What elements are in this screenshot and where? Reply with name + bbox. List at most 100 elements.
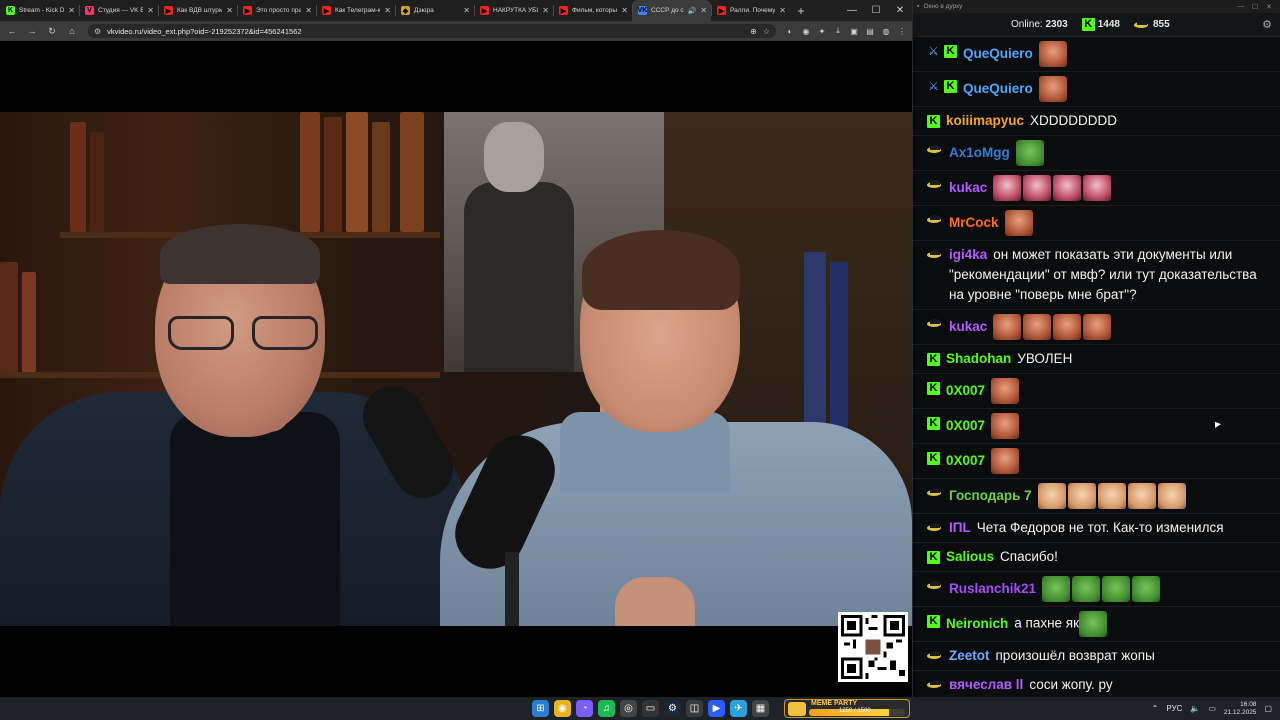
site-info-icon[interactable]: ⚙ (94, 27, 101, 36)
tab-close-icon[interactable]: ✕ (384, 6, 391, 15)
tab-close-icon[interactable]: ✕ (463, 6, 470, 15)
bookmark-star-icon[interactable]: ☆ (763, 27, 770, 36)
settings-icon[interactable]: ⚙ (1262, 18, 1272, 31)
chat-username[interactable]: kukac (949, 180, 987, 195)
chat-username[interactable]: Shadohan (946, 351, 1011, 366)
qr-code (838, 612, 908, 682)
chat-username[interactable]: вячеслав ll (949, 677, 1023, 692)
browser-tab[interactable]: ▶ Как Телеграм-к ✕ (316, 0, 395, 21)
chat-username[interactable]: 0X007 (946, 418, 985, 433)
message-body: kukac (949, 175, 1271, 201)
maximize-button[interactable]: ☐ (864, 0, 888, 21)
browser-tab[interactable]: ▶ Это просто пра ✕ (237, 0, 316, 21)
chat-username[interactable]: Ruslanchik21 (949, 581, 1036, 596)
tab-close-icon[interactable]: ✕ (700, 6, 707, 15)
chrome-icon[interactable]: ◉ (554, 700, 571, 717)
extension-icon-2[interactable]: ◉ (800, 25, 812, 37)
kick-icon: K (1081, 18, 1095, 31)
chat-message: ⚔ K QueQuiero (913, 37, 1280, 72)
extensions-puzzle-icon[interactable]: ✦ (816, 25, 828, 37)
extension-icon[interactable]: ◐ (784, 25, 796, 37)
chat-username[interactable]: koiiimapyuc (946, 113, 1024, 128)
browser-tab[interactable]: ▶ НАКРУТКА УБИЙ ✕ (474, 0, 553, 21)
tray-overflow-icon[interactable]: ⌃ (1152, 704, 1159, 713)
tab-close-icon[interactable]: ✕ (779, 6, 786, 15)
tab-title: Ралли. Почему (730, 7, 776, 14)
tab-close-icon[interactable]: ✕ (542, 6, 549, 15)
chat-username[interactable]: Salious (946, 549, 994, 564)
chat-username[interactable]: 0X007 (946, 453, 985, 468)
chat-username[interactable]: IПL (949, 520, 971, 535)
emote-frog (1042, 576, 1071, 602)
chat-message: K 0X007 (913, 444, 1280, 479)
chat-username[interactable]: 0X007 (946, 383, 985, 398)
tab-search-icon[interactable]: ▣ (848, 25, 860, 37)
url-text[interactable]: vkvideo.ru/video_ext.php?oid=-219252372&… (107, 27, 744, 36)
app-icon[interactable]: ▦ (752, 700, 769, 717)
book (300, 112, 320, 232)
minimize-button[interactable]: — (1234, 3, 1248, 10)
chat-message-list[interactable]: ⚔ K QueQuiero ⚔ K QueQuiero Kkoiiimapyuc XDDDDD… (913, 37, 1280, 692)
address-bar[interactable]: ⚙ vkvideo.ru/video_ext.php?oid=-21925237… (88, 24, 776, 38)
browser-tab[interactable]: ◆ Дзюра ✕ (395, 0, 474, 21)
message-badges (927, 175, 943, 195)
spotify-icon[interactable]: ♫ (598, 700, 615, 717)
video-player[interactable] (0, 112, 912, 626)
chat-message: Zeetot произошёл возврат жопы (913, 642, 1280, 671)
home-icon[interactable]: ⌂ (64, 23, 80, 39)
browser-tab[interactable]: V Студия — VK Ви ✕ (79, 0, 158, 21)
chat-username[interactable]: MrCock (949, 215, 999, 230)
browser-tab[interactable]: VKСССР до сих 🔊✕ (632, 0, 711, 21)
emote-face (991, 448, 1020, 474)
browser-tab[interactable]: K Stream - Kick D ✕ (0, 0, 79, 21)
sidebar-icon[interactable]: ▤ (864, 25, 876, 37)
start-button-icon[interactable]: ⊞ (532, 700, 549, 717)
maximize-button[interactable]: ☐ (1248, 3, 1262, 11)
minimize-button[interactable]: — (840, 0, 864, 21)
app-icon[interactable]: ◎ (620, 700, 637, 717)
tab-close-icon[interactable]: ✕ (68, 6, 75, 15)
notifications-icon[interactable]: ▢ (1264, 704, 1272, 713)
app-icon[interactable]: ◫ (686, 700, 703, 717)
new-tab-button[interactable]: + (792, 2, 810, 20)
download-icon[interactable]: ⤓ (832, 25, 844, 37)
meme-party-widget[interactable]: MEME PARTY 1250 / 1500 (784, 699, 910, 718)
telegram-icon[interactable]: ✈ (730, 700, 747, 717)
book (346, 112, 368, 232)
media-player-icon[interactable]: ▶ (708, 700, 725, 717)
volume-icon[interactable]: 🔈 (1190, 704, 1200, 713)
message-body: Господарь 7 (949, 483, 1271, 509)
chat-username[interactable]: Господарь 7 (949, 488, 1032, 503)
chat-username[interactable]: QueQuiero (963, 81, 1033, 96)
tab-close-icon[interactable]: ✕ (147, 6, 154, 15)
chat-username[interactable]: igi4ka (949, 247, 987, 262)
browser-tab[interactable]: ▶ Ралли. Почему ✕ (711, 0, 790, 21)
close-window-button[interactable]: ✕ (888, 0, 912, 21)
back-icon[interactable]: ← (4, 23, 20, 39)
chat-username[interactable]: QueQuiero (963, 46, 1033, 61)
tab-audio-icon[interactable]: 🔊 (688, 7, 697, 15)
forward-icon[interactable]: → (24, 23, 40, 39)
tab-close-icon[interactable]: ✕ (621, 6, 628, 15)
discord-icon[interactable]: ◔ (576, 700, 593, 717)
steam-icon[interactable]: ⚙ (664, 700, 681, 717)
network-icon[interactable]: ▭ (1208, 704, 1216, 713)
clock[interactable]: 16:08 21.12.2025 (1224, 701, 1257, 717)
browser-tab[interactable]: ▶ Как ВДВ штурм ✕ (158, 0, 237, 21)
chat-username[interactable]: Neironich (946, 616, 1008, 631)
chat-username[interactable]: Ax1oMgg (949, 145, 1010, 160)
tab-favicon-icon: ▶ (243, 6, 252, 15)
zoom-icon[interactable]: ⊕ (750, 27, 757, 36)
tab-close-icon[interactable]: ✕ (305, 6, 312, 15)
tab-favicon-icon: V (85, 6, 94, 15)
language-indicator[interactable]: РУС (1166, 704, 1182, 713)
reload-icon[interactable]: ↻ (44, 23, 60, 39)
profile-icon[interactable]: ◍ (880, 25, 892, 37)
chat-username[interactable]: Zeetot (949, 648, 990, 663)
tab-close-icon[interactable]: ✕ (226, 6, 233, 15)
close-window-button[interactable]: ✕ (1262, 3, 1276, 11)
menu-icon[interactable]: ⋮ (896, 25, 908, 37)
chat-username[interactable]: kukac (949, 319, 987, 334)
app-icon[interactable]: ▭ (642, 700, 659, 717)
browser-tab[interactable]: ▶ Фильм, которы ✕ (553, 0, 632, 21)
